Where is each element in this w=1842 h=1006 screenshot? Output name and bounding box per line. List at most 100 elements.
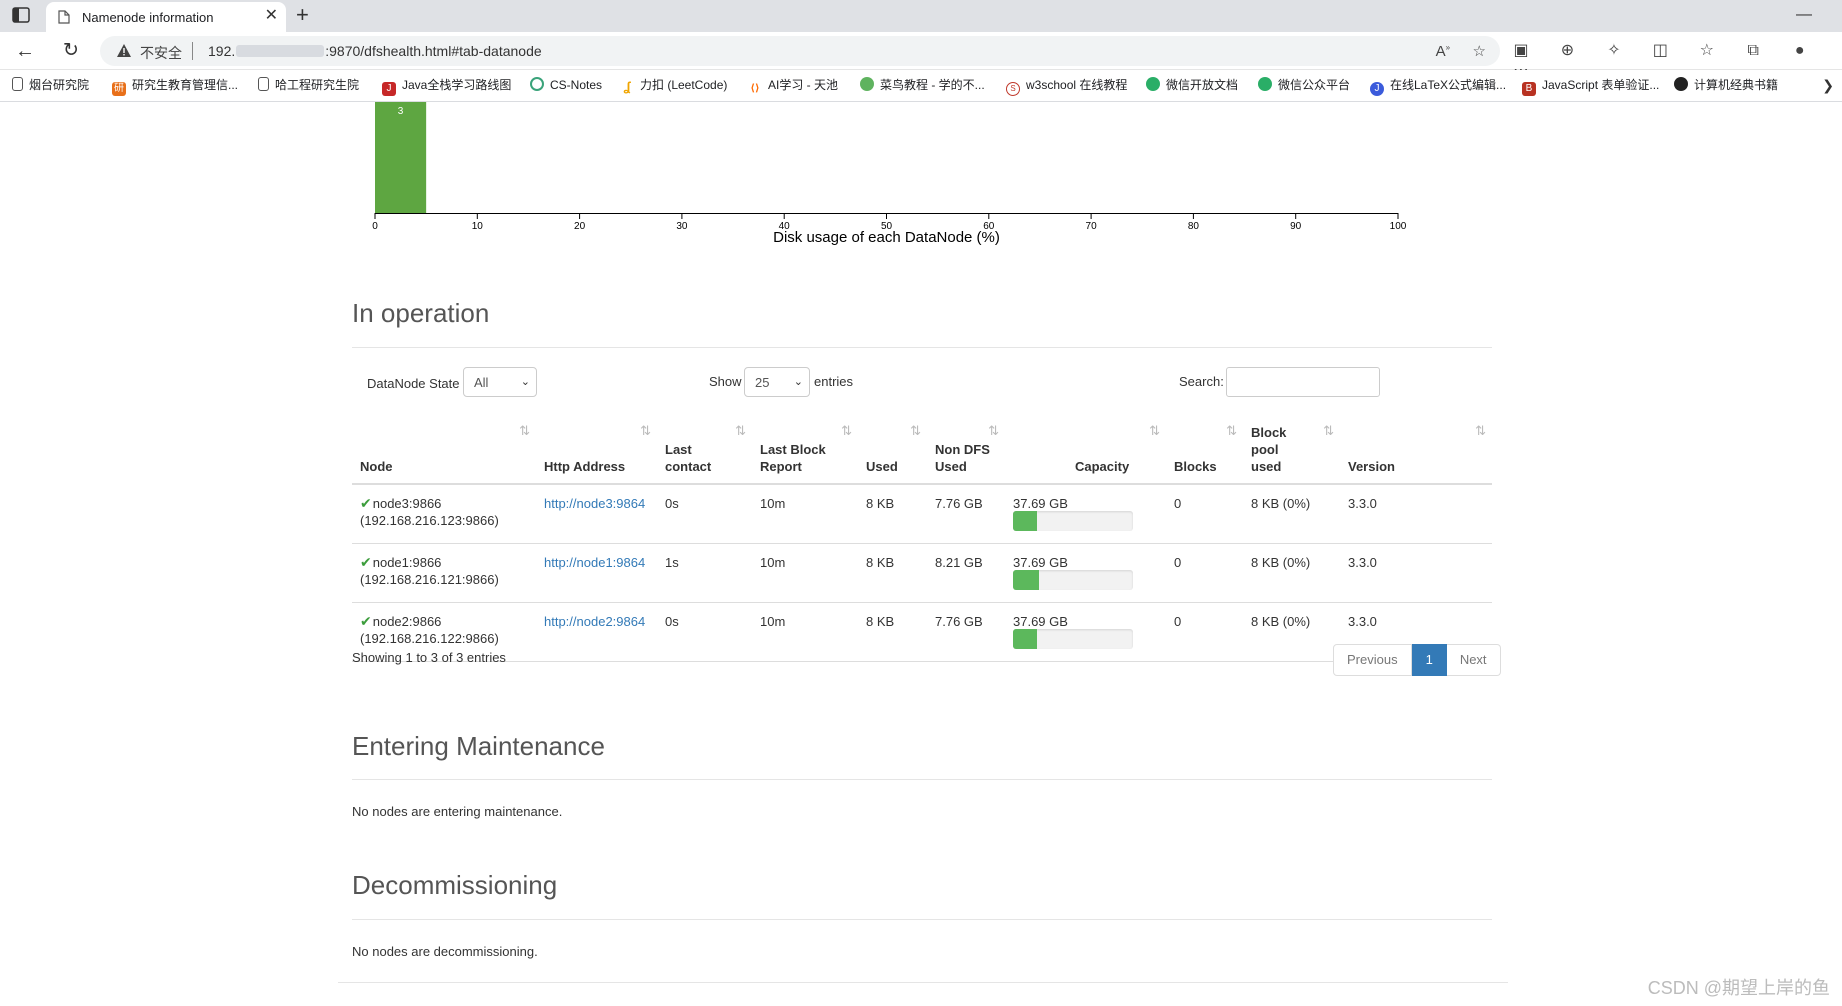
column-header-blocks[interactable]: Blocks ⇅ xyxy=(1166,418,1243,485)
sort-icon: ⇅ xyxy=(735,423,746,438)
bookmark-item[interactable]: Sw3school 在线教程 xyxy=(1006,77,1127,96)
bookmark-item[interactable]: 研研究生教育管理信... xyxy=(112,77,238,96)
github-icon xyxy=(1674,77,1688,91)
column-label: Version xyxy=(1348,459,1395,474)
capacity-bar-fill xyxy=(1013,570,1040,590)
column-header-version[interactable]: Version ⇅ xyxy=(1340,418,1492,485)
bookmark-item[interactable]: J 在线LaTeX公式编辑... xyxy=(1370,77,1507,96)
java-icon: J xyxy=(382,82,396,96)
bookmark-item[interactable]: 微信公众平台 xyxy=(1258,77,1350,95)
new-tab-button[interactable]: + xyxy=(296,3,309,27)
bookmark-label: 在线LaTeX公式编辑... xyxy=(1390,78,1507,92)
chevron-right-icon[interactable]: ❯ xyxy=(1822,77,1834,94)
column-header-node[interactable]: Node ⇅ xyxy=(352,418,536,485)
bookmark-item[interactable]: CS-Notes xyxy=(530,77,602,95)
bookmark-label: 力扣 (LeetCode) xyxy=(640,78,728,92)
bookmark-item[interactable]: 烟台研究院 xyxy=(12,77,89,95)
column-header-capacity[interactable]: Capacity ⇅ xyxy=(1005,418,1166,485)
column-header-used[interactable]: Used ⇅ xyxy=(858,418,927,485)
favorites-icon[interactable]: ☆ xyxy=(1696,40,1718,60)
capacity-cell: 37.69 GB xyxy=(1005,543,1166,603)
warning-icon[interactable] xyxy=(116,43,132,59)
back-button[interactable]: ← xyxy=(12,39,38,63)
bookmark-item[interactable]: J Java全栈学习路线图 xyxy=(382,77,512,96)
sort-icon: ⇅ xyxy=(910,423,921,438)
node-name: node3:9866 xyxy=(372,496,442,511)
bookmark-item[interactable]: 微信开放文档 xyxy=(1146,77,1238,95)
add-favorite-icon[interactable]: ☆ xyxy=(1473,42,1486,60)
bookmark-label: Java全栈学习路线图 xyxy=(402,78,512,92)
http-address-link[interactable]: http://node3:9864 xyxy=(544,496,645,511)
column-header-http-address[interactable]: Http Address ⇅ xyxy=(536,418,657,485)
search-input[interactable] xyxy=(1226,367,1380,397)
split-screen-icon[interactable]: ◫ xyxy=(1649,40,1671,60)
minimize-window-icon[interactable]: — xyxy=(1796,6,1812,24)
bookmarks-bar: 烟台研究院 研研究生教育管理信... 哈工程研究生院 J Java全栈学习路线图 … xyxy=(0,70,1842,102)
non-dfs-used-cell: 7.76 GB xyxy=(927,602,1005,662)
extension-icon[interactable]: ▣ xyxy=(1510,40,1532,60)
page-1-button[interactable]: 1 xyxy=(1411,644,1447,676)
node-ip: (192.168.216.123:9866) xyxy=(360,513,499,528)
page-content: 3 0 10 20 30 40 50 60 70 80 90 100 Disk usage of eac… xyxy=(0,102,1842,1006)
decommissioning-title: Decommissioning xyxy=(352,870,558,900)
http-address-link[interactable]: http://node1:9864 xyxy=(544,555,645,570)
tab-strip: Namenode information ✕ + — xyxy=(0,0,1842,32)
column-header-block-pool-used[interactable]: Block pool used ⇅ xyxy=(1243,418,1340,485)
next-page-button[interactable]: Next xyxy=(1446,644,1501,676)
histogram-bar xyxy=(375,102,427,213)
bookmark-item[interactable]: B JavaScript 表单验证... xyxy=(1522,77,1659,96)
bookmark-item[interactable]: ⟨⟩ AI学习 - 天池 xyxy=(748,77,838,96)
reload-button[interactable]: ↻ xyxy=(58,39,84,63)
column-label: Http Address xyxy=(544,459,626,474)
showing-entries-text: Showing 1 to 3 of 3 entries xyxy=(352,650,506,665)
url-text[interactable]: 192.:9870/dfshealth.html#tab-datanode xyxy=(208,43,542,59)
active-tab[interactable]: Namenode information ✕ xyxy=(46,2,286,32)
entries-label: entries xyxy=(814,374,854,389)
bookmark-item[interactable]: ʆ 力扣 (LeetCode) xyxy=(620,77,727,95)
bookmark-label: 微信公众平台 xyxy=(1278,78,1351,92)
address-bar[interactable]: 不安全 192.:9870/dfshealth.html#tab-datanod… xyxy=(100,36,1500,66)
http-cell: http://node1:9864 xyxy=(536,543,657,603)
tab-actions-icon[interactable] xyxy=(12,7,32,25)
datanode-state-select[interactable]: All ⌄ xyxy=(463,367,537,397)
capacity-value: 37.69 GB xyxy=(1013,614,1068,629)
check-icon: ✔ xyxy=(360,554,372,570)
column-header-last-contact[interactable]: Last contact ⇅ xyxy=(657,418,752,485)
entering-maintenance-note: No nodes are entering maintenance. xyxy=(352,804,563,819)
bookmark-label: 微信开放文档 xyxy=(1166,78,1239,92)
previous-page-button[interactable]: Previous xyxy=(1333,644,1412,676)
http-address-link[interactable]: http://node2:9864 xyxy=(544,614,645,629)
collections-icon[interactable]: ⧉ xyxy=(1742,42,1764,60)
x-axis-title: Disk usage of each DataNode (%) xyxy=(773,229,1000,246)
page-size-select[interactable]: 25 ⌄ xyxy=(744,367,810,397)
in-operation-title: In operation xyxy=(352,298,490,328)
browser-toolbar: ← ↻ 不安全 192.:9870/dfshealth.html#tab-dat… xyxy=(0,32,1842,79)
column-label: Block pool used xyxy=(1251,425,1287,474)
chevron-down-icon: ⌄ xyxy=(793,376,803,388)
bookmark-item[interactable]: 哈工程研究生院 xyxy=(258,77,359,95)
node-name: node1:9866 xyxy=(372,555,442,570)
sort-icon: ⇅ xyxy=(1323,423,1334,438)
translate-icon[interactable]: ⊕ xyxy=(1556,40,1578,60)
profile-icon[interactable]: ● xyxy=(1789,42,1811,60)
datanode-state-label: DataNode State xyxy=(367,376,460,391)
close-tab-icon[interactable]: ✕ xyxy=(265,8,278,24)
column-header-non-dfs-used[interactable]: Non DFS Used ⇅ xyxy=(927,418,1005,485)
x-tick-label: 0 xyxy=(372,221,378,232)
sort-icon: ⇅ xyxy=(1149,423,1160,438)
bookmark-item[interactable]: 计算机经典书籍 xyxy=(1674,77,1778,95)
insecure-label[interactable]: 不安全 xyxy=(140,43,182,63)
extensions-icon[interactable]: ✧ xyxy=(1603,40,1625,60)
bookmark-item[interactable]: 菜鸟教程 - 学的不... xyxy=(860,77,985,95)
show-label: Show xyxy=(709,374,742,389)
search-label: Search: xyxy=(1179,374,1224,389)
read-aloud-icon[interactable]: A» xyxy=(1436,43,1450,60)
sort-icon: ⇅ xyxy=(841,423,852,438)
table-header-row: Node ⇅ Http Address ⇅ Last contact ⇅ Last B… xyxy=(352,418,1492,485)
bookmark-label: 计算机经典书籍 xyxy=(1694,78,1779,92)
table-row: ✔node3:9866 (192.168.216.123:9866) http:/… xyxy=(352,484,1492,544)
disk-usage-histogram: 30 10 20 30 40 50 60 70 80 90 100Disk usage of eac… xyxy=(372,102,1407,246)
column-header-last-block-report[interactable]: Last Block Report ⇅ xyxy=(752,418,858,485)
column-label: Last contact xyxy=(665,442,712,474)
section-divider xyxy=(352,779,1492,780)
